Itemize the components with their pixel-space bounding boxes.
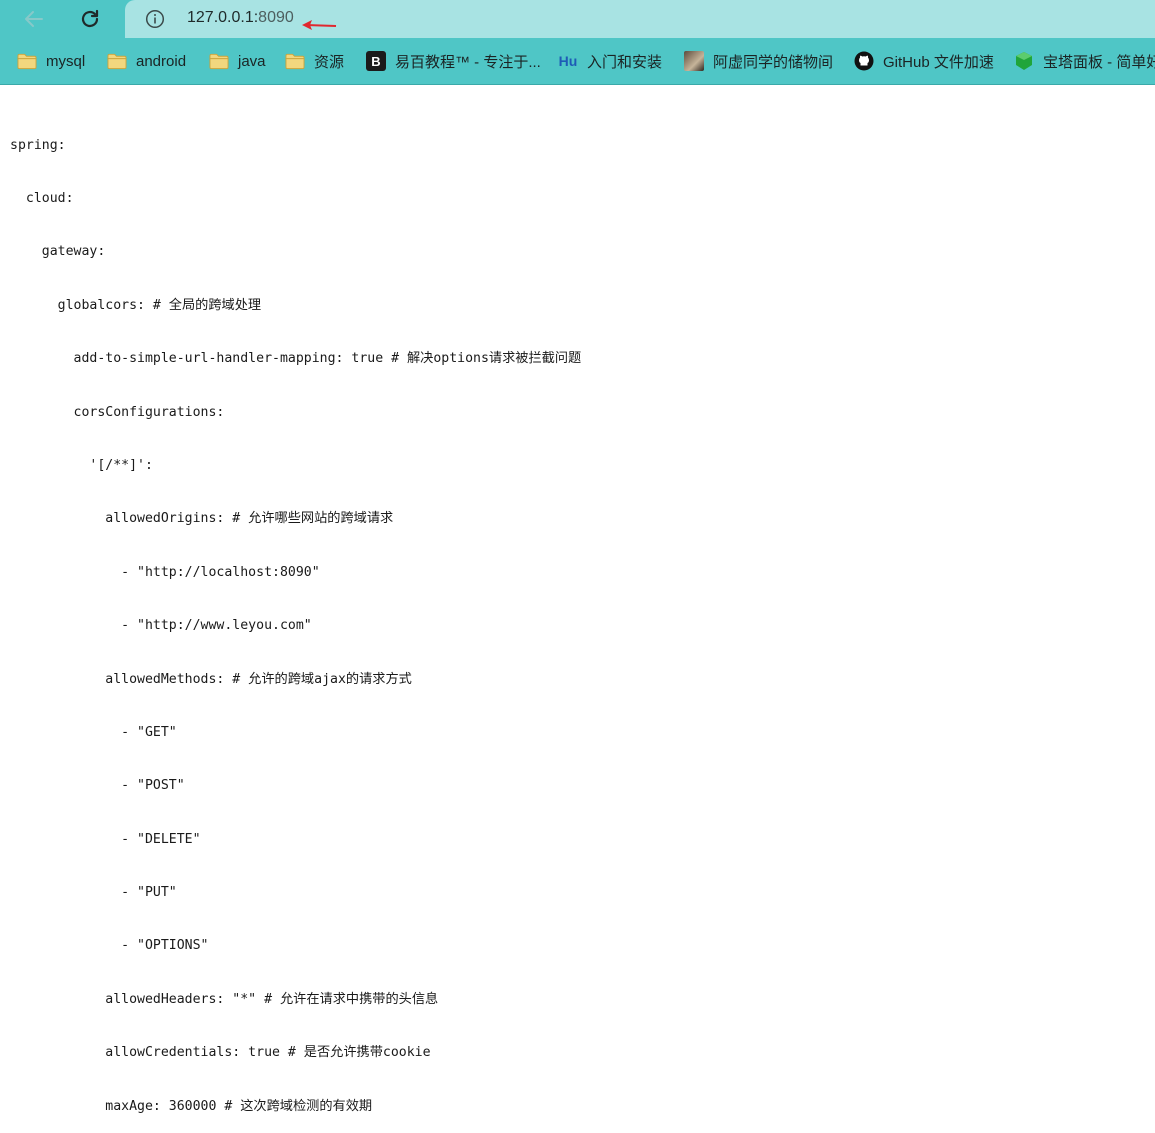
folder-icon [107, 51, 127, 71]
bookmark-java[interactable]: java [209, 50, 266, 72]
b-logo-icon: B [366, 51, 386, 71]
bookmark-bt-panel[interactable]: 宝塔面板 - 简单好 [1014, 50, 1155, 72]
yaml-content: spring: cloud: gateway: globalcors: # 全局… [10, 101, 581, 1133]
bookmark-label: 易百教程™ - 专注于... [395, 53, 541, 71]
folder-icon [17, 51, 37, 71]
folder-icon [209, 51, 229, 71]
back-button[interactable] [21, 6, 47, 32]
bookmark-getting-started[interactable]: Hu 入门和安装 [558, 50, 662, 72]
code-line: spring: [10, 137, 66, 153]
code-line: globalcors: # 全局的跨域处理 [10, 297, 262, 313]
code-line: cloud: [10, 190, 74, 206]
code-line: allowedMethods: # 允许的跨域ajax的请求方式 [10, 671, 412, 687]
code-line: - "OPTIONS" [10, 938, 209, 954]
browser-toolbar: 127.0.0.1:8090 mysql android java 资源 B 易… [0, 0, 1155, 85]
code-line: - "DELETE" [10, 831, 201, 847]
hu-logo-icon: Hu [558, 53, 578, 69]
bookmarks-bar: mysql android java 资源 B 易百教程™ - 专注于... H… [0, 44, 1155, 78]
code-line: corsConfigurations: [10, 404, 225, 420]
bookmark-label: GitHub 文件加速 [883, 53, 994, 71]
reload-button[interactable] [77, 6, 103, 32]
bookmark-github-accel[interactable]: GitHub 文件加速 [854, 50, 994, 72]
bookmark-yiibai[interactable]: B 易百教程™ - 专注于... [366, 50, 541, 72]
code-line: add-to-simple-url-handler-mapping: true … [10, 351, 582, 367]
url-text[interactable]: 127.0.0.1:8090 [187, 9, 294, 27]
bookmark-axu-storage[interactable]: 阿虚同学的储物间 [684, 50, 833, 72]
code-line: - "http://www.leyou.com" [10, 618, 312, 634]
code-line: maxAge: 360000 # 这次跨域检测的有效期 [10, 1098, 373, 1114]
bookmark-label: 阿虚同学的储物间 [713, 53, 834, 71]
bookmark-label: mysql [46, 52, 86, 70]
github-icon [854, 51, 874, 71]
code-line: allowedHeaders: "*" # 允许在请求中携带的头信息 [10, 991, 439, 1007]
bookmark-android[interactable]: android [107, 50, 186, 72]
avatar-icon [684, 51, 704, 71]
bookmark-label: 宝塔面板 - 简单好 [1043, 53, 1155, 71]
address-bar[interactable]: 127.0.0.1:8090 [125, 0, 1155, 38]
code-line: '[/**]': [10, 457, 153, 473]
arrow-left-icon [25, 11, 43, 27]
url-port: 8090 [258, 9, 294, 26]
code-line: allowCredentials: true # 是否允许携带cookie [10, 1045, 431, 1061]
bookmark-resources[interactable]: 资源 [285, 50, 344, 72]
bookmark-mysql[interactable]: mysql [17, 50, 85, 72]
code-line: - "PUT" [10, 885, 177, 901]
code-line: - "GET" [10, 724, 177, 740]
code-line: - "http://localhost:8090" [10, 564, 320, 580]
url-host: 127.0.0.1: [187, 9, 259, 26]
red-arrow-annotation-icon [302, 20, 337, 30]
bookmark-label: android [136, 52, 187, 70]
bookmark-label: 资源 [314, 53, 345, 71]
code-line: - "POST" [10, 778, 185, 794]
bt-panel-icon [1014, 51, 1034, 71]
bookmark-label: 入门和安装 [587, 53, 663, 71]
code-line: allowedOrigins: # 允许哪些网站的跨域请求 [10, 511, 394, 527]
code-line: gateway: [10, 244, 106, 260]
bookmark-label: java [238, 52, 266, 70]
reload-icon [81, 9, 99, 28]
info-icon[interactable] [145, 9, 165, 29]
folder-icon [285, 51, 305, 71]
